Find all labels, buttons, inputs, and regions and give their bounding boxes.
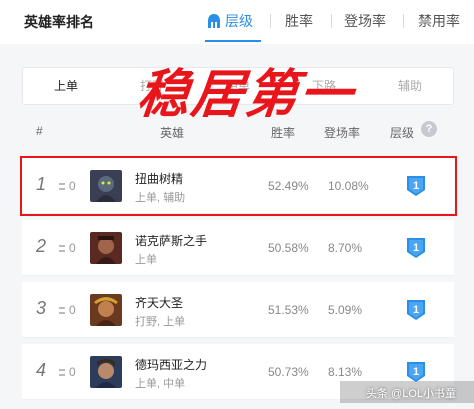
svg-text:1: 1 (413, 304, 419, 316)
hero-roles: 上单 (135, 254, 157, 266)
table-row[interactable]: 3 0 齐天大圣 打野, 上单 51.53% 5.09% 1 (22, 282, 454, 338)
hero-name[interactable]: 齐天大圣 (135, 294, 183, 311)
tab-banrate[interactable]: 禁用率 (418, 11, 460, 31)
tab-winrate[interactable]: 胜率 (285, 11, 313, 31)
hero-name[interactable]: 诺克萨斯之手 (135, 232, 207, 249)
svg-text:1: 1 (413, 242, 419, 254)
table-row[interactable]: 2 0 诺克萨斯之手 上单 50.58% 8.70% 1 (22, 220, 454, 276)
highlight-box (20, 156, 457, 216)
top-bar: 英雄率排名 层级 胜率 登场率 禁用率 (0, 0, 474, 44)
hero-pickrate: 5.09% (328, 303, 363, 317)
hero-pickrate: 8.70% (328, 241, 363, 255)
page-title: 英雄率排名 (24, 14, 94, 30)
svg-text:1: 1 (413, 366, 419, 378)
lane-support[interactable]: 辅助 (367, 68, 453, 104)
helmet-icon (207, 13, 221, 32)
watermark: 头条 @LOL小书童 (366, 388, 457, 400)
equal-icon (59, 245, 65, 252)
tab-divider (403, 14, 404, 28)
hero-avatar[interactable] (90, 356, 122, 388)
active-tab-indicator (205, 40, 261, 42)
overlay-caption: 稳居第一 (134, 65, 357, 125)
lane-top[interactable]: 上单 (23, 68, 109, 104)
hero-roles: 上单, 中单 (135, 378, 186, 390)
column-rank: # (36, 124, 43, 138)
tab-divider (270, 14, 271, 28)
hero-pickrate: 8.13% (328, 365, 363, 379)
rank-trend: 0 (59, 365, 76, 379)
hero-winrate: 51.53% (268, 303, 309, 317)
tab-pickrate[interactable]: 登场率 (344, 11, 386, 31)
tab-divider (331, 14, 332, 28)
tier-badge: 1 (406, 237, 426, 264)
rank-trend: 0 (59, 303, 76, 317)
hero-avatar[interactable] (90, 232, 122, 264)
tier-badge: 1 (406, 299, 426, 326)
hero-winrate: 50.58% (268, 241, 309, 255)
tab-tier[interactable]: 层级 (207, 11, 253, 32)
rank-trend: 0 (59, 241, 76, 255)
hero-name[interactable]: 德玛西亚之力 (135, 356, 207, 373)
column-pickrate[interactable]: 登场率 (324, 124, 360, 141)
hero-avatar[interactable] (90, 294, 122, 326)
equal-icon (59, 307, 65, 314)
column-tier[interactable]: 层级 (390, 124, 414, 141)
help-icon[interactable]: ? (421, 121, 437, 137)
rank-number: 3 (36, 298, 47, 318)
hero-roles: 打野, 上单 (135, 316, 186, 328)
tab-tier-label: 层级 (225, 13, 253, 29)
hero-winrate: 50.73% (268, 365, 309, 379)
equal-icon (59, 369, 65, 376)
column-hero: 英雄 (160, 126, 185, 140)
rank-number: 2 (36, 236, 47, 256)
rank-number: 4 (36, 360, 47, 380)
column-winrate[interactable]: 胜率 (271, 124, 295, 141)
